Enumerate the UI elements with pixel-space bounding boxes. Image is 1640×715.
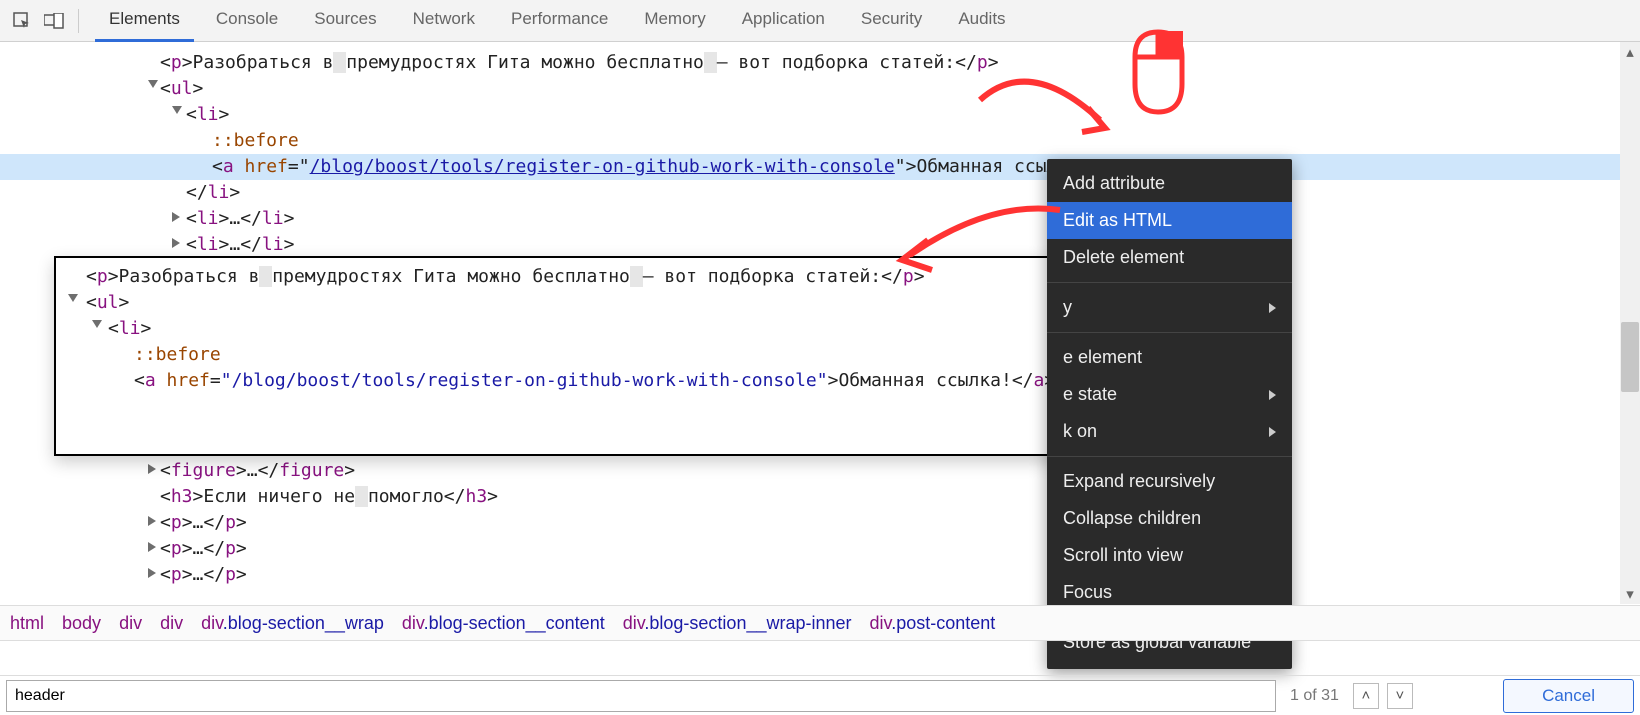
tree-row[interactable]: <p>…</p> bbox=[0, 510, 1640, 536]
tree-row-selected[interactable]: <a href="/blog/boost/tools/register-on-g… bbox=[0, 154, 1640, 180]
tab-application[interactable]: Application bbox=[728, 0, 839, 42]
tab-console[interactable]: Console bbox=[202, 0, 292, 42]
breadcrumb-item[interactable]: div.blog-section__wrap-inner bbox=[623, 613, 852, 634]
tree-row[interactable]: <li> bbox=[0, 102, 1640, 128]
tree-row[interactable]: <p>Разобраться в премудростях Гита можно… bbox=[0, 50, 1640, 76]
find-next-button[interactable]: ˅ bbox=[1387, 683, 1413, 709]
tab-sources[interactable]: Sources bbox=[300, 0, 390, 42]
devtools-toolbar: Elements Console Sources Network Perform… bbox=[0, 0, 1640, 42]
breadcrumb-item[interactable]: div bbox=[119, 613, 142, 634]
breadcrumb-item[interactable]: body bbox=[62, 613, 101, 634]
vertical-scrollbar[interactable]: ▴ ▾ bbox=[1620, 42, 1640, 604]
find-prev-button[interactable]: ˄ bbox=[1353, 683, 1379, 709]
find-input[interactable] bbox=[6, 680, 1276, 712]
tree-row[interactable]: </li> bbox=[0, 180, 1640, 206]
tab-security[interactable]: Security bbox=[847, 0, 936, 42]
edit-as-html-box[interactable]: <p>Разобраться в премудростях Гита можно… bbox=[54, 256, 1102, 456]
ctx-scroll-into-view[interactable]: Scroll into view bbox=[1047, 537, 1292, 574]
find-bar: 1 of 31 ˄ ˅ Cancel bbox=[0, 675, 1640, 715]
device-toolbar-icon[interactable] bbox=[40, 7, 68, 35]
context-menu: Add attribute Edit as HTML Delete elemen… bbox=[1047, 159, 1292, 669]
chevron-right-icon bbox=[1269, 390, 1276, 400]
tree-row[interactable]: <ul> bbox=[0, 76, 1640, 102]
ctx-separator bbox=[1047, 456, 1292, 457]
ctx-expand-recursively[interactable]: Expand recursively bbox=[1047, 463, 1292, 500]
tab-elements[interactable]: Elements bbox=[95, 0, 194, 42]
cancel-button[interactable]: Cancel bbox=[1503, 679, 1634, 713]
ctx-break-on[interactable]: k on bbox=[1047, 413, 1292, 450]
toolbar-divider bbox=[78, 9, 79, 33]
tab-performance[interactable]: Performance bbox=[497, 0, 622, 42]
breadcrumb-trail[interactable]: htmlbodydivdivdiv.blog-section__wrapdiv.… bbox=[0, 605, 1640, 641]
find-result-count: 1 of 31 bbox=[1284, 687, 1345, 705]
breadcrumb-item[interactable]: div.blog-section__wrap bbox=[201, 613, 384, 634]
ctx-hide-element[interactable]: e element bbox=[1047, 339, 1292, 376]
chevron-right-icon bbox=[1269, 303, 1276, 313]
tab-memory[interactable]: Memory bbox=[630, 0, 719, 42]
tree-row[interactable]: <h3>Если ничего не помогло</h3> bbox=[0, 484, 1640, 510]
panel-tabs: Elements Console Sources Network Perform… bbox=[95, 0, 1020, 42]
ctx-collapse-children[interactable]: Collapse children bbox=[1047, 500, 1292, 537]
breadcrumb-item[interactable]: div.post-content bbox=[870, 613, 996, 634]
ctx-force-state[interactable]: e state bbox=[1047, 376, 1292, 413]
tree-row[interactable]: <p>…</p> bbox=[0, 536, 1640, 562]
ctx-add-attribute[interactable]: Add attribute bbox=[1047, 165, 1292, 202]
breadcrumb-item[interactable]: html bbox=[10, 613, 44, 634]
tab-audits[interactable]: Audits bbox=[944, 0, 1019, 42]
scroll-up-icon[interactable]: ▴ bbox=[1620, 42, 1640, 62]
scroll-down-icon[interactable]: ▾ bbox=[1620, 584, 1640, 604]
tree-row[interactable]: <li>…</li> bbox=[0, 232, 1640, 258]
tree-row[interactable]: ::before bbox=[0, 128, 1640, 154]
tree-row[interactable]: <figure>…</figure> bbox=[0, 458, 1640, 484]
ctx-separator bbox=[1047, 282, 1292, 283]
tree-row[interactable]: <p>…</p> bbox=[0, 562, 1640, 588]
scroll-thumb[interactable] bbox=[1621, 322, 1639, 392]
select-element-icon[interactable] bbox=[8, 7, 36, 35]
ctx-separator bbox=[1047, 332, 1292, 333]
ctx-edit-as-html[interactable]: Edit as HTML bbox=[1047, 202, 1292, 239]
ctx-copy[interactable]: y bbox=[1047, 289, 1292, 326]
tab-network[interactable]: Network bbox=[399, 0, 489, 42]
chevron-right-icon bbox=[1269, 427, 1276, 437]
breadcrumb-item[interactable]: div bbox=[160, 613, 183, 634]
breadcrumb-item[interactable]: div.blog-section__content bbox=[402, 613, 605, 634]
tree-row[interactable]: <li>…</li> bbox=[0, 206, 1640, 232]
ctx-delete-element[interactable]: Delete element bbox=[1047, 239, 1292, 276]
